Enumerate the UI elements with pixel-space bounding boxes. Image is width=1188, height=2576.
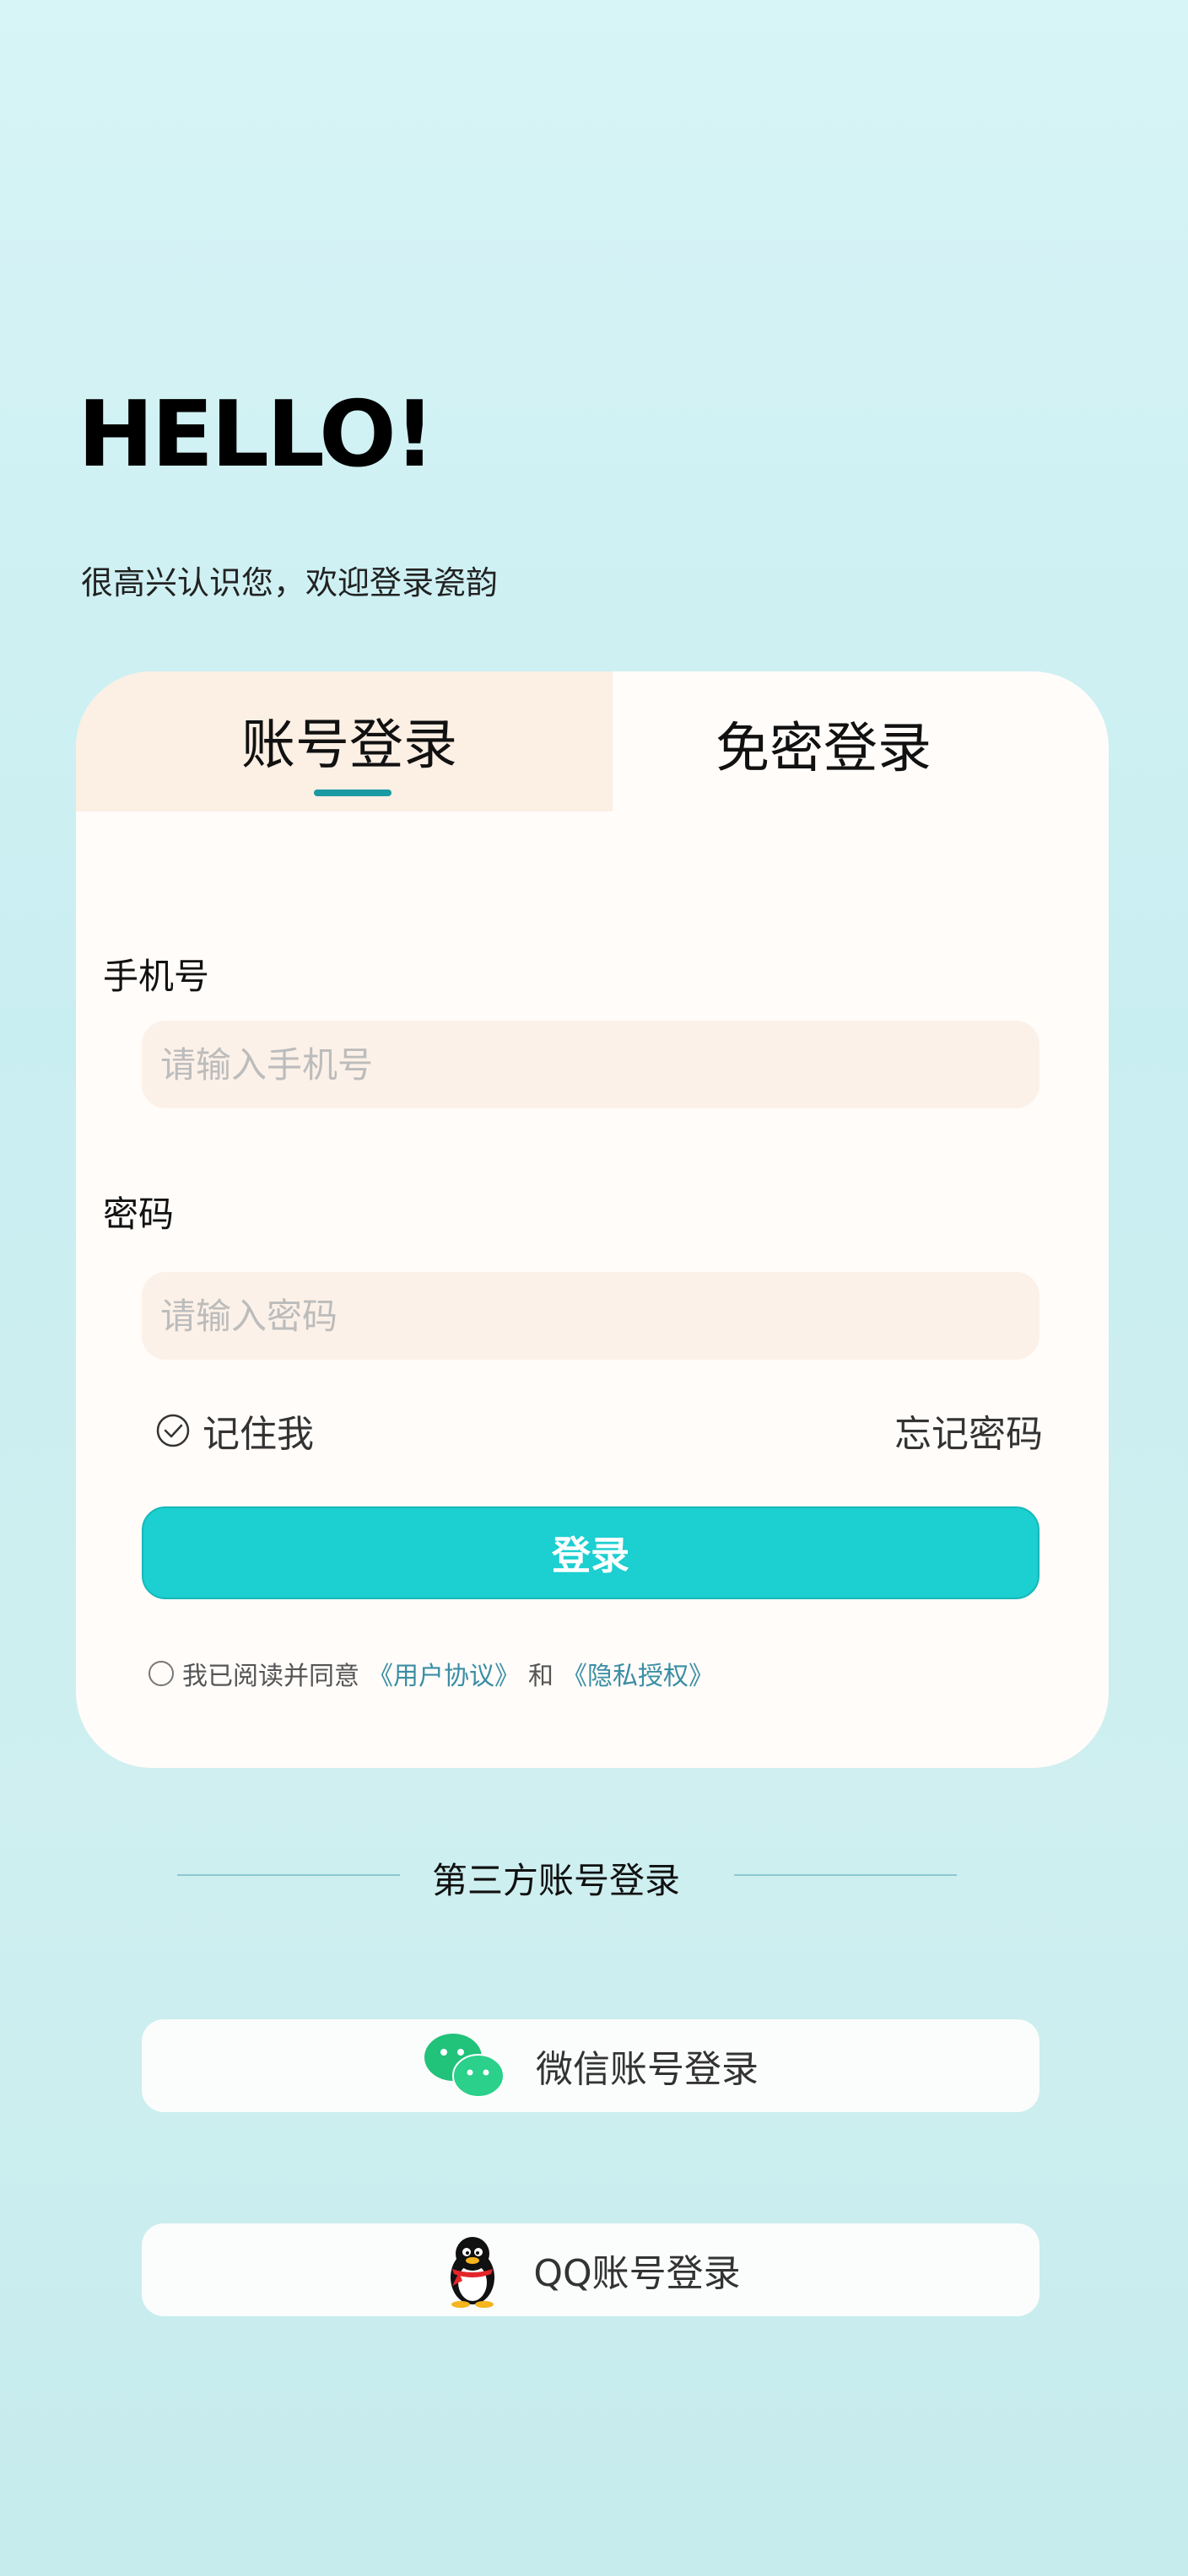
qq-login-button[interactable]: QQ账号登录 (142, 2223, 1040, 2316)
wechat-icon (424, 2034, 505, 2098)
welcome-text: 很高兴认识您，欢迎登录瓷韵 (81, 564, 499, 601)
phone-label: 手机号 (103, 956, 210, 997)
active-tab-indicator (314, 790, 392, 796)
tab-passwordless-login[interactable]: 免密登录 (716, 722, 932, 776)
remember-me-checkbox[interactable]: 记住我 (155, 1404, 314, 1458)
privacy-link[interactable]: 《隐私授权》 (562, 1655, 714, 1692)
agreement-radio[interactable] (148, 1661, 174, 1686)
qq-login-label: QQ账号登录 (533, 2252, 741, 2295)
password-input[interactable] (142, 1272, 1040, 1360)
wechat-login-label: 微信账号登录 (536, 2048, 759, 2091)
qq-penguin-icon (451, 2237, 495, 2308)
forgot-password-link[interactable]: 忘记密码 (894, 1404, 1043, 1458)
hello-heading: HELLO! (78, 382, 435, 488)
user-agreement-link[interactable]: 《用户协议》 (368, 1655, 520, 1692)
login-card: 账号登录 免密登录 手机号 密码 记住我 忘记密码 登录 我已阅读并同意 《用户… (76, 671, 1109, 1768)
agreement-and: 和 (528, 1662, 554, 1691)
phone-input[interactable] (142, 1021, 1040, 1108)
checkmark-circle-icon (156, 1414, 190, 1447)
wechat-login-button[interactable]: 微信账号登录 (142, 2019, 1040, 2112)
login-button[interactable]: 登录 (142, 1506, 1040, 1599)
remember-me-label: 记住我 (202, 1413, 314, 1456)
divider-left (177, 1874, 400, 1876)
divider-right (734, 1874, 957, 1876)
third-party-title: 第三方账号登录 (432, 1860, 681, 1901)
agreement-prefix: 我已阅读并同意 (182, 1662, 359, 1691)
tab-account-label: 账号登录 (241, 714, 457, 777)
tab-account-login[interactable]: 账号登录 (76, 671, 613, 811)
password-label: 密码 (103, 1194, 175, 1235)
agreement-row: 我已阅读并同意 《用户协议》 和 《隐私授权》 (148, 1655, 714, 1692)
